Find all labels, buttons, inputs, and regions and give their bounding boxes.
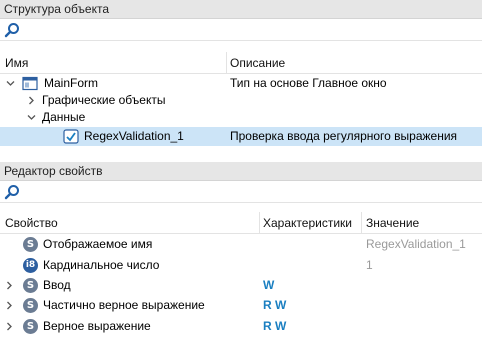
property-name: Кардинальное число: [43, 258, 160, 272]
column-description-header[interactable]: Описание: [230, 52, 285, 74]
column-characteristics-header[interactable]: Характеристики: [263, 212, 352, 234]
column-name-header[interactable]: Имя: [5, 52, 28, 74]
string-type-icon: S: [23, 298, 38, 313]
structure-column-header: Имя Описание: [0, 52, 482, 74]
window-icon: [22, 76, 38, 91]
tree-item-label: Данные: [42, 110, 86, 124]
property-value[interactable]: 1: [366, 257, 373, 274]
property-row-display-name[interactable]: S Отображаемое имя RegexValidation_1: [0, 236, 482, 253]
column-property-header[interactable]: Свойство: [5, 212, 58, 234]
property-row-cardinality[interactable]: i8 Кардинальное число 1: [0, 257, 482, 274]
string-type-icon: S: [23, 237, 38, 252]
integer-type-icon: i8: [23, 258, 38, 273]
property-name: Ввод: [43, 278, 71, 292]
property-value[interactable]: RegexValidation_1: [366, 236, 466, 253]
property-panel-title: Редактор свойств: [0, 162, 482, 181]
property-characteristics: R W: [263, 319, 287, 333]
property-row-valid[interactable]: S Верное выражение R W: [0, 318, 482, 335]
chevron-right-icon[interactable]: [27, 96, 36, 105]
structure-panel-title: Структура объекта: [0, 0, 482, 19]
property-search-row[interactable]: [0, 181, 482, 203]
search-icon[interactable]: [4, 22, 20, 38]
string-type-icon: S: [23, 278, 38, 293]
tree-row-data[interactable]: Данные: [0, 109, 482, 126]
tree-item-label: MainForm: [44, 76, 99, 90]
property-column-header: Свойство Характеристики Значение: [0, 212, 482, 234]
search-icon[interactable]: [4, 184, 20, 200]
tree-item-label: RegexValidation_1: [84, 129, 184, 143]
regex-validation-icon: [63, 129, 79, 144]
chevron-down-icon[interactable]: [27, 113, 36, 122]
tree-item-description: Тип на основе Главное окно: [230, 76, 387, 90]
property-name: Верное выражение: [43, 319, 151, 333]
chevron-right-icon[interactable]: [5, 322, 14, 331]
chevron-right-icon[interactable]: [5, 281, 14, 290]
property-name: Частично верное выражение: [43, 298, 205, 312]
chevron-right-icon[interactable]: [5, 301, 14, 310]
chevron-down-icon[interactable]: [6, 79, 15, 88]
property-row-input[interactable]: S Ввод W: [0, 277, 482, 294]
tree-row-graphic-objects[interactable]: Графические объекты: [0, 92, 482, 109]
tree-item-description: Проверка ввода регулярного выражения: [230, 129, 458, 143]
structure-search-row[interactable]: [0, 19, 482, 41]
string-type-icon: S: [23, 319, 38, 334]
tree-row-regexvalidation[interactable]: RegexValidation_1 Проверка ввода регуляр…: [0, 127, 482, 146]
property-characteristics: R W: [263, 298, 287, 312]
property-characteristics: W: [263, 278, 275, 292]
property-name: Отображаемое имя: [43, 237, 153, 251]
property-row-partially-valid[interactable]: S Частично верное выражение R W: [0, 297, 482, 314]
tree-item-label: Графические объекты: [42, 93, 166, 107]
column-value-header[interactable]: Значение: [366, 212, 419, 234]
tree-row-mainform[interactable]: MainForm Тип на основе Главное окно: [0, 75, 482, 92]
